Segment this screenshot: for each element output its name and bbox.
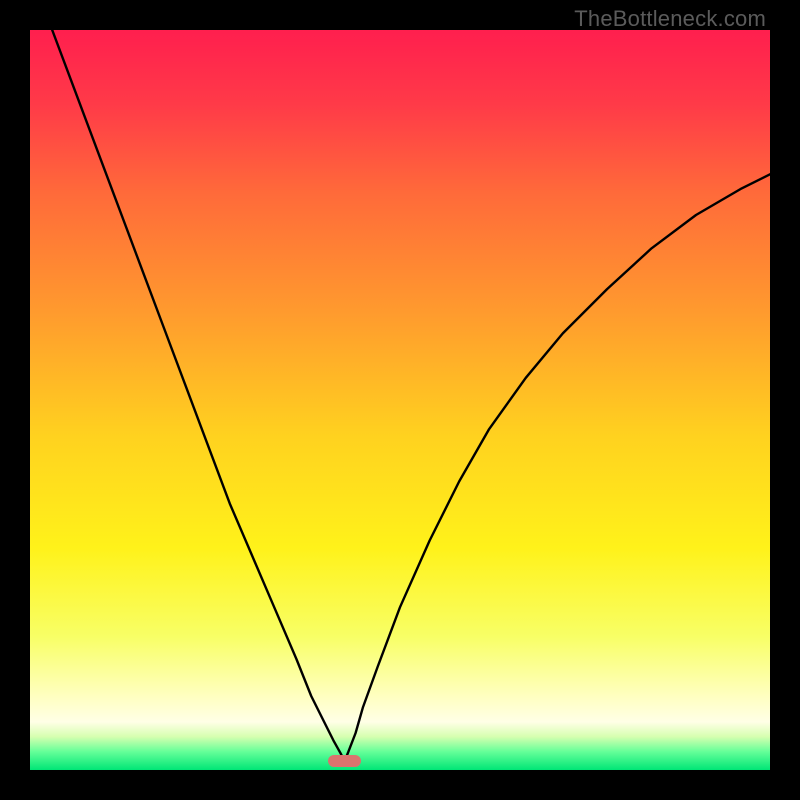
- chart-frame: TheBottleneck.com: [0, 0, 800, 800]
- bottleneck-curve: [30, 30, 770, 770]
- optimum-marker: [328, 755, 361, 767]
- watermark-text: TheBottleneck.com: [574, 6, 766, 32]
- plot-area: [30, 30, 770, 770]
